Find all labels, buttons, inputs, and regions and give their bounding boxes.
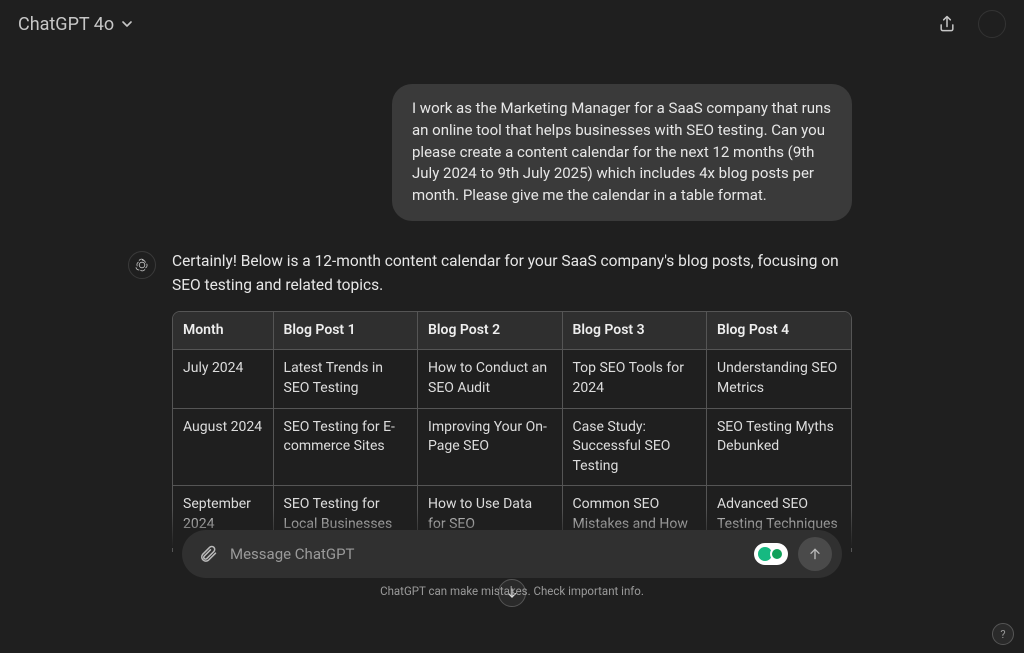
cell-month: August 2024	[173, 408, 273, 486]
avatar[interactable]	[978, 10, 1006, 38]
table-header-row: Month Blog Post 1 Blog Post 2 Blog Post …	[173, 312, 851, 350]
assistant-message-row: Certainly! Below is a 12-month content c…	[172, 249, 852, 552]
cell-post: How to Conduct an SEO Audit	[418, 350, 562, 408]
conversation-area: I work as the Marketing Manager for a Sa…	[0, 44, 1024, 604]
message-input[interactable]	[228, 544, 744, 564]
send-button[interactable]	[798, 537, 832, 571]
header-actions	[934, 10, 1006, 38]
model-label: ChatGPT 4o	[18, 14, 114, 35]
share-button[interactable]	[934, 11, 960, 37]
assistant-intro: Certainly! Below is a 12-month content c…	[172, 249, 852, 297]
header: ChatGPT 4o	[0, 0, 1024, 44]
grammarly-icon	[770, 547, 784, 561]
assistant-avatar	[128, 251, 156, 279]
footnote: ChatGPT can make mistakes. Check importa…	[0, 584, 1024, 598]
table-row: July 2024Latest Trends in SEO TestingHow…	[173, 350, 851, 408]
composer-area: ChatGPT can make mistakes. Check importa…	[0, 530, 1024, 604]
extension-badge[interactable]	[754, 543, 788, 565]
cell-post: Latest Trends in SEO Testing	[273, 350, 417, 408]
col-post-1: Blog Post 1	[273, 312, 417, 350]
col-post-4: Blog Post 4	[706, 312, 851, 350]
openai-icon	[134, 257, 150, 273]
cell-post: SEO Testing for E-commerce Sites	[273, 408, 417, 486]
paperclip-icon	[198, 544, 218, 564]
cell-month: July 2024	[173, 350, 273, 408]
help-button[interactable]: ?	[992, 623, 1014, 645]
cell-post: Improving Your On-Page SEO	[418, 408, 562, 486]
col-post-3: Blog Post 3	[562, 312, 706, 350]
cell-post: SEO Testing Myths Debunked	[706, 408, 851, 486]
share-icon	[937, 14, 957, 34]
chevron-down-icon	[120, 17, 134, 31]
composer	[182, 530, 842, 578]
cell-post: Top SEO Tools for 2024	[562, 350, 706, 408]
user-message: I work as the Marketing Manager for a Sa…	[392, 84, 852, 221]
col-month: Month	[173, 312, 273, 350]
table-row: August 2024SEO Testing for E-commerce Si…	[173, 408, 851, 486]
user-message-row: I work as the Marketing Manager for a Sa…	[172, 84, 852, 221]
attach-button[interactable]	[198, 544, 218, 564]
col-post-2: Blog Post 2	[418, 312, 562, 350]
content-calendar-table: Month Blog Post 1 Blog Post 2 Blog Post …	[172, 311, 852, 552]
cell-post: Case Study: Successful SEO Testing	[562, 408, 706, 486]
model-selector[interactable]: ChatGPT 4o	[18, 14, 134, 35]
cell-post: Understanding SEO Metrics	[706, 350, 851, 408]
help-label: ?	[1000, 628, 1005, 641]
arrow-up-icon	[807, 546, 823, 562]
assistant-message: Certainly! Below is a 12-month content c…	[172, 249, 852, 552]
